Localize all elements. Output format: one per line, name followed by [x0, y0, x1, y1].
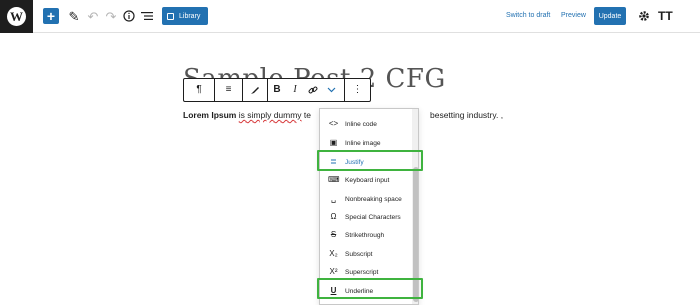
menu-scrollbar[interactable] [412, 109, 418, 304]
align-icon[interactable]: ≡ [215, 79, 242, 101]
menu-item-label: Nonbreaking space [345, 195, 402, 203]
keyboard-icon: ⌨ [328, 175, 340, 184]
typography-button[interactable]: TT [658, 9, 673, 23]
update-button[interactable]: Update [594, 7, 626, 25]
library-button[interactable]: Library [162, 7, 208, 25]
menu-item-label: Inline image [345, 139, 381, 147]
paragraph-tail-text: besetting industry. , [430, 110, 504, 120]
menu-item-label: Superscript [345, 268, 379, 276]
code-icon: <> [328, 119, 339, 128]
logo-letter: W [10, 9, 23, 24]
highlight-box-underline [317, 278, 423, 299]
space-icon: ␣ [330, 194, 337, 203]
menu-item-subscript[interactable]: X₂ Subscript [320, 245, 412, 263]
image-icon: ▣ [329, 138, 338, 147]
toolbar-divider [267, 79, 268, 101]
paragraph-block-icon[interactable]: ¶ [184, 79, 214, 101]
paragraph-bold-text: Lorem Ipsum [183, 110, 237, 120]
more-options-icon[interactable]: ⋮ [345, 79, 370, 101]
superscript-icon: X² [329, 267, 338, 276]
paragraph-underlined-text: is simply dummy [238, 110, 302, 120]
menu-item-nonbreaking-space[interactable]: ␣ Nonbreaking space [320, 190, 412, 208]
link-icon[interactable] [305, 79, 321, 101]
menu-item-label: Keyboard input [345, 176, 390, 184]
preview-link[interactable]: Preview [561, 12, 586, 19]
menu-item-special-characters[interactable]: Ω Special Characters [320, 208, 412, 226]
list-view-icon[interactable] [139, 8, 155, 24]
menu-item-inline-code[interactable]: <> Inline code [320, 115, 412, 133]
block-toolbar: ¶ ≡ B I ⋮ [183, 78, 371, 102]
redo-icon[interactable]: ↷ [103, 8, 119, 24]
wordpress-icon: W [7, 7, 26, 26]
editor-top-bar: W + ✎ ↶ ↷ Library Switch to draft Previe… [0, 0, 700, 33]
highlight-pen-icon[interactable] [243, 79, 267, 101]
undo-icon[interactable]: ↶ [85, 8, 101, 24]
menu-item-label: Subscript [345, 250, 373, 258]
paragraph-text: te [301, 110, 312, 120]
format-options-menu: <> Inline code ▣ Inline image ≣ Justify … [319, 108, 419, 305]
menu-item-label: Inline code [345, 120, 377, 128]
menu-item-label: Strikethrough [345, 231, 385, 239]
bold-button[interactable]: B [269, 79, 285, 101]
settings-gear-icon[interactable] [636, 8, 652, 24]
info-icon[interactable] [121, 8, 137, 24]
menu-item-strikethrough[interactable]: S Strikethrough [320, 226, 412, 244]
menu-item-label: Special Characters [345, 213, 401, 221]
wordpress-logo[interactable]: W [0, 0, 33, 33]
library-label: Library [179, 12, 201, 20]
menu-item-keyboard-input[interactable]: ⌨ Keyboard input [320, 171, 412, 189]
pencil-icon[interactable]: ✎ [66, 8, 82, 24]
strikethrough-icon: S [330, 230, 337, 239]
add-block-button[interactable]: + [43, 8, 59, 24]
omega-icon: Ω [330, 212, 337, 221]
chevron-down-icon[interactable] [323, 79, 339, 101]
highlight-box-justify [317, 150, 423, 171]
subscript-icon: X₂ [329, 249, 338, 258]
library-icon [167, 12, 174, 20]
italic-button[interactable]: I [287, 79, 303, 101]
switch-to-draft-link[interactable]: Switch to draft [506, 12, 550, 19]
paragraph-block[interactable]: Lorem Ipsum is simply dummy te [183, 110, 311, 120]
